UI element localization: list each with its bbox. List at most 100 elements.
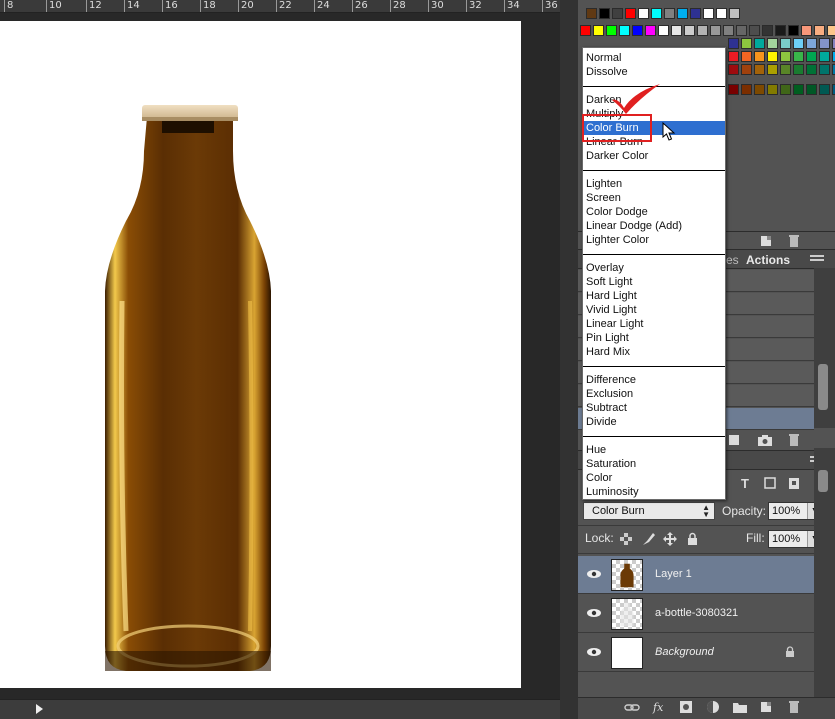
color-swatch[interactable] [806,84,817,95]
delete-state-icon[interactable] [786,433,802,447]
link-layers-icon[interactable] [624,700,640,714]
layers-scrollbar[interactable] [814,448,835,698]
color-swatch[interactable] [819,64,830,75]
color-swatch[interactable] [703,8,714,19]
lock-image-pixels-brush-icon[interactable] [640,532,656,546]
color-swatch[interactable] [801,25,812,36]
layer-row-a-bottle[interactable]: a-bottle-3080321 [578,595,814,633]
adjustment-layer-icon[interactable] [705,700,721,714]
color-swatch[interactable] [619,25,630,36]
color-swatch[interactable] [780,38,791,49]
lock-transparent-pixels-icon[interactable] [618,532,634,546]
color-swatch[interactable] [612,8,623,19]
filter-shape-icon[interactable] [762,476,778,490]
color-swatch[interactable] [806,51,817,62]
color-swatch[interactable] [767,38,778,49]
color-swatch[interactable] [697,25,708,36]
color-swatch[interactable] [806,64,817,75]
layer-row-background[interactable]: Background [578,634,814,672]
delete-layer-icon[interactable] [786,700,802,714]
visibility-eye-icon[interactable] [586,568,602,580]
lock-position-move-icon[interactable] [662,532,678,546]
color-swatch[interactable] [632,25,643,36]
color-swatch[interactable] [606,25,617,36]
color-swatch[interactable] [728,84,739,95]
lock-all-icon[interactable] [684,532,700,546]
color-swatch[interactable] [793,84,804,95]
color-swatch[interactable] [580,25,591,36]
color-swatch[interactable] [716,8,727,19]
blend-mode-option-vivid-light[interactable]: Vivid Light [583,303,725,317]
color-swatch[interactable] [754,64,765,75]
blend-mode-option-divide[interactable]: Divide [583,415,725,429]
color-swatch[interactable] [728,64,739,75]
color-swatch[interactable] [723,25,734,36]
visibility-eye-icon[interactable] [586,646,602,658]
blend-mode-option-darker-color[interactable]: Darker Color [583,149,725,163]
color-swatch[interactable] [625,8,636,19]
color-swatch[interactable] [819,38,830,49]
color-swatch[interactable] [741,64,752,75]
filter-type-icon[interactable]: T [738,476,754,491]
blend-mode-option-pin-light[interactable]: Pin Light [583,331,725,345]
color-swatch[interactable] [793,51,804,62]
blend-mode-select[interactable]: Color Burn ▲ ▼ [583,502,715,520]
blend-mode-option-hard-light[interactable]: Hard Light [583,289,725,303]
color-swatch[interactable] [806,38,817,49]
color-swatch[interactable] [788,25,799,36]
document-canvas[interactable] [0,21,521,688]
color-swatch[interactable] [827,25,835,36]
horizontal-scrollbar[interactable] [0,699,560,719]
color-swatch[interactable] [819,51,830,62]
color-swatch[interactable] [586,8,597,19]
color-swatch[interactable] [741,51,752,62]
color-swatch[interactable] [645,25,656,36]
color-swatch[interactable] [690,8,701,19]
blend-mode-option-hue[interactable]: Hue [583,443,725,457]
color-swatch[interactable] [793,38,804,49]
layer-style-fx-icon[interactable]: fx [652,700,668,714]
blend-mode-option-normal[interactable]: Normal [583,51,725,65]
layer-name[interactable]: a-bottle-3080321 [655,607,738,619]
color-swatch[interactable] [664,8,675,19]
color-swatch[interactable] [736,25,747,36]
blend-mode-option-color-dodge[interactable]: Color Dodge [583,205,725,219]
filter-smart-object-icon[interactable] [786,476,802,490]
new-document-from-state-icon[interactable] [726,433,742,447]
color-swatch[interactable] [710,25,721,36]
layer-row-layer-1[interactable]: Layer 1 [578,556,814,594]
blend-mode-option-saturation[interactable]: Saturation [583,457,725,471]
color-swatch[interactable] [819,84,830,95]
visibility-eye-icon[interactable] [586,607,602,619]
snapshot-camera-icon[interactable] [757,433,773,447]
color-swatch[interactable] [780,84,791,95]
color-swatch[interactable] [741,38,752,49]
blend-mode-option-luminosity[interactable]: Luminosity [583,485,725,499]
blend-mode-option-dissolve[interactable]: Dissolve [583,65,725,79]
color-swatch[interactable] [599,8,610,19]
history-scrollbar[interactable] [814,268,835,428]
color-swatch[interactable] [749,25,760,36]
color-swatch[interactable] [658,25,669,36]
color-swatch[interactable] [729,8,740,19]
blend-mode-option-color[interactable]: Color [583,471,725,485]
color-swatch[interactable] [593,25,604,36]
color-swatch[interactable] [780,51,791,62]
color-swatch[interactable] [671,25,682,36]
blend-mode-option-linear-dodge-add[interactable]: Linear Dodge (Add) [583,219,725,233]
color-swatch[interactable] [728,51,739,62]
color-swatch[interactable] [767,51,778,62]
panel-menu-icon[interactable] [810,255,824,265]
color-swatch[interactable] [684,25,695,36]
blend-mode-option-hard-mix[interactable]: Hard Mix [583,345,725,359]
color-swatch[interactable] [762,25,773,36]
scroll-right-arrow-icon[interactable] [36,704,43,714]
color-swatch[interactable] [754,51,765,62]
delete-swatch-icon[interactable] [786,234,802,248]
color-swatch[interactable] [638,8,649,19]
tab-history[interactable]: es [726,253,739,267]
tab-actions[interactable]: Actions [746,253,790,267]
blend-mode-option-difference[interactable]: Difference [583,373,725,387]
color-swatch[interactable] [767,64,778,75]
blend-mode-option-linear-light[interactable]: Linear Light [583,317,725,331]
